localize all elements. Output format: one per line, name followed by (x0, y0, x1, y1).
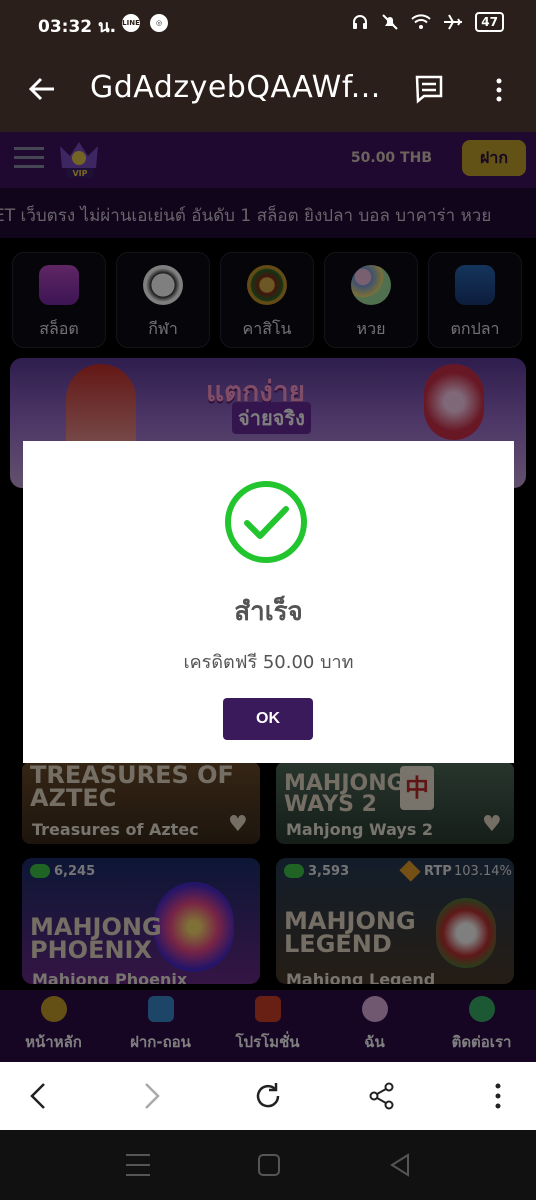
browser-share-button[interactable] (360, 1074, 404, 1118)
comment-icon[interactable] (414, 74, 444, 104)
headphones-icon (353, 15, 368, 29)
kebab-menu-icon[interactable] (492, 76, 506, 104)
browser-bottom-toolbar (0, 1062, 536, 1130)
mute-bell-icon (382, 14, 399, 30)
kebab-menu-icon (495, 1083, 501, 1109)
home-square-icon[interactable] (256, 1152, 282, 1178)
wifi-icon (411, 14, 431, 29)
browser-toolbar: GdAdzyebQAAWf... (0, 48, 536, 132)
browser-reload-button[interactable] (246, 1074, 290, 1118)
chevron-right-icon (145, 1083, 160, 1109)
share-icon (369, 1082, 394, 1110)
chrome-icon: ◎ (150, 14, 168, 32)
dialog-title: สำเร็จ (234, 597, 303, 627)
back-triangle-icon[interactable] (388, 1152, 412, 1178)
airplane-icon (444, 14, 463, 30)
system-icons: 47 (351, 12, 504, 32)
success-dialog: สำเร็จ เครดิตฟรี 50.00 บาท OK (23, 441, 514, 763)
notification-icons: LINE ◎ (122, 14, 168, 32)
status-time: 03:32 น. (38, 17, 117, 37)
chevron-left-icon (30, 1083, 45, 1109)
status-bar: 03:32 น. LINE ◎ 47 (0, 0, 536, 48)
recents-menu-icon[interactable] (122, 1152, 154, 1178)
line-app-icon: LINE (122, 14, 140, 32)
browser-title: GdAdzyebQAAWf... (90, 70, 381, 105)
back-arrow-icon[interactable] (28, 76, 56, 102)
success-check-icon (225, 481, 307, 563)
browser-more-button[interactable] (476, 1074, 520, 1118)
reload-icon (256, 1083, 280, 1108)
android-navigation-bar (0, 1130, 536, 1200)
battery-indicator: 47 (475, 12, 504, 32)
browser-forward-button[interactable] (130, 1074, 174, 1118)
browser-back-button[interactable] (16, 1074, 60, 1118)
dialog-message: เครดิตฟรี 50.00 บาท (183, 652, 354, 673)
ok-button[interactable]: OK (223, 698, 313, 740)
